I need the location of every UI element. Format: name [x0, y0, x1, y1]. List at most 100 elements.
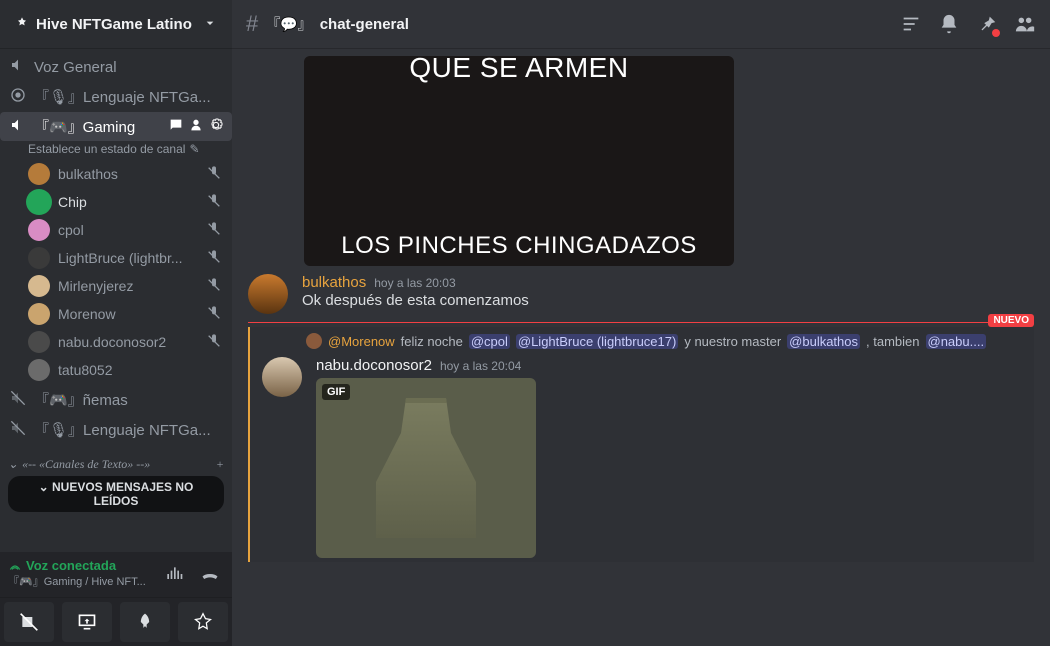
reply-author[interactable]: @Morenow: [328, 334, 395, 349]
new-messages-divider: NUEVO: [248, 322, 1034, 323]
mute-icon: [206, 221, 224, 239]
voice-channel-path: 『🎮』Gaming / Hive NFT...: [8, 573, 146, 589]
members-icon[interactable]: [1014, 13, 1036, 35]
server-name: Hive NFTGame Latino: [36, 16, 192, 33]
unread-banner[interactable]: ⌄ NUEVOS MENSAJES NO LEÍDOS: [8, 476, 224, 512]
channel-gaming[interactable]: 『🎮』Gaming: [0, 112, 232, 141]
category-text[interactable]: ⌄ «-- «Canales de Texto» --» +: [0, 445, 232, 474]
message: bulkathos hoy a las 20:03 Ok después de …: [248, 266, 1034, 318]
channel-nemas[interactable]: 『🎮』ñemas: [0, 385, 232, 414]
mention[interactable]: @bulkathos: [787, 334, 860, 349]
gif-attachment[interactable]: GIF: [316, 378, 536, 558]
channel-prefix: 『💬』: [266, 14, 311, 34]
channel-label: 『🎮』ñemas: [34, 389, 224, 410]
meme-bottom-text: LOS PINCHES CHINGADAZOS: [341, 232, 697, 260]
voice-user[interactable]: nabu.doconosor2: [0, 328, 232, 356]
noise-suppression-icon[interactable]: [160, 560, 188, 588]
soundboard-btn[interactable]: [178, 602, 228, 642]
disconnect-icon[interactable]: [196, 560, 224, 588]
voice-user[interactable]: Chip: [0, 188, 232, 216]
mute-icon: [206, 165, 224, 183]
channel-label: 『🎙』Lenguaje NFTGa...: [34, 419, 224, 440]
speaker-icon: [8, 117, 28, 137]
voice-user[interactable]: cpol: [0, 216, 232, 244]
camera-off-btn[interactable]: [4, 602, 54, 642]
channel-label: 『🎮』Gaming: [34, 116, 162, 137]
chat-header: # 『💬』 chat-general: [232, 0, 1050, 48]
channel-stage-2[interactable]: 『🎙』Lenguaje NFTGa...: [0, 415, 232, 444]
voice-user-name: LightBruce (lightbr...: [58, 250, 198, 266]
gif-content: [376, 398, 476, 538]
voice-user-name: tatu8052: [58, 362, 224, 378]
chat-icon[interactable]: [168, 117, 184, 137]
avatar[interactable]: [248, 274, 288, 314]
mute-icon: [206, 249, 224, 267]
sidebar: Hive NFTGame Latino Voz General 『🎙』Lengu…: [0, 0, 232, 646]
message-author[interactable]: bulkathos: [302, 274, 366, 291]
voice-user-name: bulkathos: [58, 166, 198, 182]
meme-image[interactable]: QUE SE ARMEN LOS PINCHES CHINGADAZOS: [304, 56, 734, 266]
threads-icon[interactable]: [900, 13, 922, 35]
notifications-icon[interactable]: [938, 13, 960, 35]
stage-icon: [8, 87, 28, 107]
pinned-icon[interactable]: [976, 13, 998, 35]
voice-user[interactable]: tatu8052: [0, 356, 232, 384]
chevron-down-icon: [202, 15, 218, 34]
message-text: Ok después de esta comenzamos: [302, 291, 1034, 311]
message-author[interactable]: nabu.doconosor2: [316, 357, 432, 374]
voice-user-name: nabu.doconosor2: [58, 334, 198, 350]
invite-icon[interactable]: [188, 117, 204, 137]
avatar: [28, 247, 50, 269]
gear-icon[interactable]: [208, 117, 224, 137]
voice-user[interactable]: LightBruce (lightbr...: [0, 244, 232, 272]
bottom-bar: [0, 597, 232, 646]
boost-icon: [14, 16, 30, 32]
mute-icon: [206, 277, 224, 295]
speaker-muted-icon: [8, 390, 28, 410]
channel-stage[interactable]: 『🎙』Lenguaje NFTGa...: [0, 82, 232, 111]
voice-user-name: Morenow: [58, 306, 198, 322]
mention[interactable]: @cpol: [469, 334, 510, 349]
avatar: [28, 303, 50, 325]
avatar: [28, 275, 50, 297]
voice-user[interactable]: Morenow: [0, 300, 232, 328]
server-header[interactable]: Hive NFTGame Latino: [0, 0, 232, 48]
channel-label: 『🎙』Lenguaje NFTGa...: [34, 86, 224, 107]
reply-context[interactable]: @Morenow feliz noche @cpol @LightBruce (…: [250, 327, 1034, 349]
rocket-btn[interactable]: [120, 602, 170, 642]
message-timestamp: hoy a las 20:04: [440, 359, 521, 373]
voice-user[interactable]: bulkathos: [0, 160, 232, 188]
speaker-muted-icon: [8, 420, 28, 440]
highlighted-message: @Morenow feliz noche @cpol @LightBruce (…: [248, 327, 1034, 562]
mention[interactable]: @LightBruce (lightbruce17): [516, 334, 678, 349]
meme-top-text: QUE SE ARMEN: [409, 56, 628, 84]
channel-label: Voz General: [34, 59, 224, 76]
voice-user[interactable]: Mirlenyjerez: [0, 272, 232, 300]
main: # 『💬』 chat-general QUE SE ARMEN LOS PINC…: [232, 0, 1050, 646]
new-tag: NUEVO: [988, 314, 1034, 327]
voice-connected-status[interactable]: Voz conectada: [8, 558, 146, 573]
voice-user-name: Mirlenyjerez: [58, 278, 198, 294]
chevron-down-icon: ⌄: [8, 457, 18, 472]
voice-user-name: cpol: [58, 222, 198, 238]
mute-icon: [206, 333, 224, 351]
chevron-down-icon: ⌄: [39, 480, 52, 494]
channel-title: chat-general: [320, 16, 409, 33]
voice-user-name: Chip: [58, 194, 198, 210]
messages[interactable]: QUE SE ARMEN LOS PINCHES CHINGADAZOS bul…: [232, 48, 1050, 646]
speaker-icon: [8, 57, 28, 77]
avatar: [28, 191, 50, 213]
avatar: [28, 219, 50, 241]
voice-panel: Voz conectada 『🎮』Gaming / Hive NFT...: [0, 552, 232, 597]
plus-icon[interactable]: +: [216, 457, 224, 472]
hash-icon: #: [246, 11, 258, 37]
channel-voice-general[interactable]: Voz General: [0, 53, 232, 81]
avatar[interactable]: [262, 357, 302, 397]
avatar: [28, 163, 50, 185]
mention[interactable]: @nabu....: [926, 334, 987, 349]
screenshare-btn[interactable]: [62, 602, 112, 642]
set-channel-status[interactable]: Establece un estado de canal ✎: [0, 142, 232, 160]
mute-icon: [206, 193, 224, 211]
message: nabu.doconosor2 hoy a las 20:04 GIF: [250, 349, 1034, 562]
channel-list: Voz General 『🎙』Lenguaje NFTGa... 『🎮』Gami…: [0, 48, 232, 552]
